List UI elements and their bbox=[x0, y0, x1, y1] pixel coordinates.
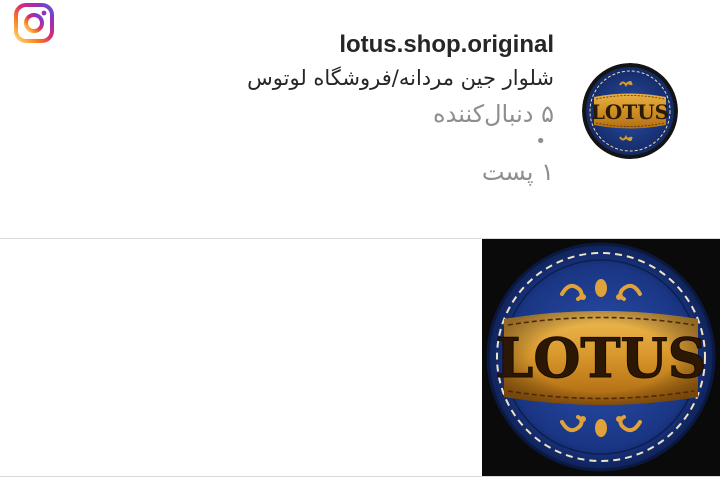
followers-count[interactable]: ۵ دنبال‌کننده bbox=[134, 96, 554, 132]
lotus-logo-post-image: LOTUS bbox=[482, 239, 720, 476]
profile-username[interactable]: lotus.shop.original bbox=[134, 30, 554, 60]
profile-full-name: شلوار جین مردانه/فروشگاه لوتوس bbox=[247, 66, 554, 90]
post-thumbnail[interactable]: LOTUS bbox=[482, 239, 720, 476]
separator-dot: • bbox=[535, 131, 546, 152]
lotus-logo-avatar: LOTUS bbox=[582, 63, 678, 159]
section-divider-bottom bbox=[0, 476, 720, 477]
profile-info: lotus.shop.original شلوار جین مردانه/فرو… bbox=[134, 30, 554, 190]
instagram-icon[interactable] bbox=[13, 2, 55, 44]
svg-text:LOTUS: LOTUS bbox=[495, 326, 706, 390]
profile-avatar[interactable]: LOTUS bbox=[582, 63, 678, 159]
posts-count: ۱ پست bbox=[481, 158, 554, 186]
svg-text:LOTUS: LOTUS bbox=[591, 100, 669, 124]
